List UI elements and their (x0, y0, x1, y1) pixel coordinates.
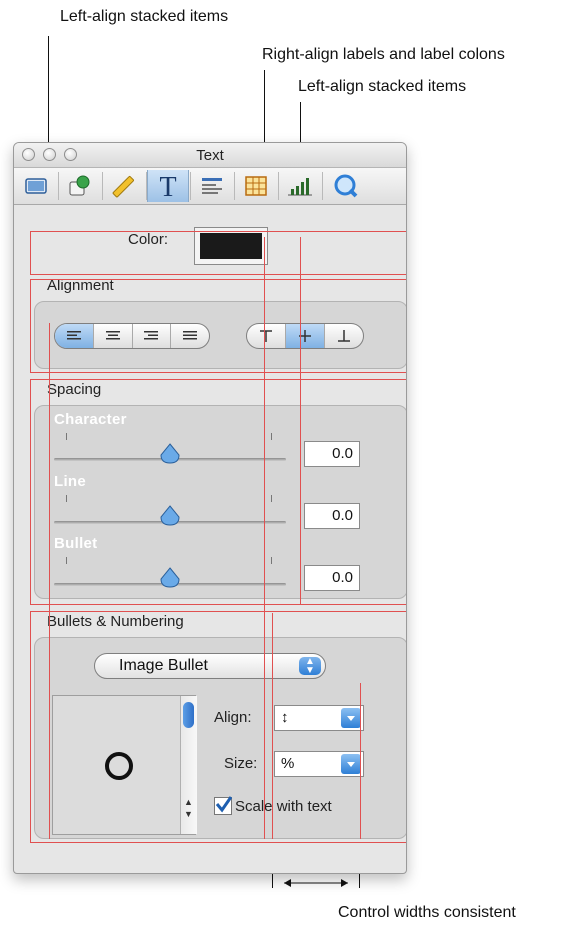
text-inspector-window: Text T Color: Alignment Spacing Characte… (13, 142, 407, 874)
guide-line-controls-lower (272, 613, 273, 839)
graphic-icon[interactable] (60, 170, 100, 202)
annotation-width-arrow (284, 879, 348, 887)
title-bar[interactable]: Text (14, 143, 406, 168)
chart-icon[interactable] (280, 170, 320, 202)
guide-line-control-right (360, 683, 361, 839)
window-title: Text (196, 147, 224, 164)
annotation-control-widths: Control widths consistent (338, 904, 516, 921)
inspector-toolbar: T (14, 168, 406, 205)
table-icon[interactable] (236, 170, 276, 202)
annotation-left-align-right: Left-align stacked items (298, 78, 467, 95)
guide-box-bullets (30, 611, 406, 843)
guide-box-spacing (30, 379, 406, 605)
annotation-left-align-top: Left-align stacked items (60, 8, 229, 25)
text-icon[interactable]: T (147, 170, 189, 202)
metrics-icon[interactable] (104, 170, 144, 202)
guide-line-controls (300, 237, 301, 605)
wrap-icon[interactable] (192, 170, 232, 202)
guide-box-alignment (30, 279, 406, 373)
document-icon[interactable] (16, 170, 56, 202)
guide-box-color (30, 231, 406, 275)
annotation-right-align-labels: Right-align labels and label colons (262, 46, 505, 63)
guide-line-labels (264, 237, 265, 839)
svg-text:T: T (159, 172, 176, 200)
quicktime-icon[interactable] (326, 170, 366, 202)
guide-line-left (49, 323, 50, 839)
